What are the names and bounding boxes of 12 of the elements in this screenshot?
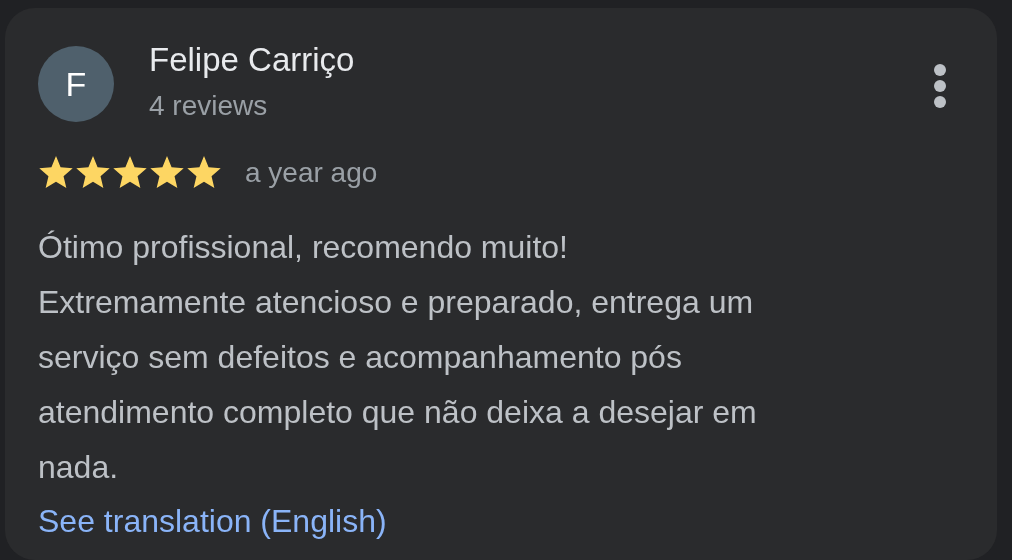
author-name[interactable]: Felipe Carriço: [149, 42, 355, 78]
avatar: F: [38, 46, 114, 122]
review-time: a year ago: [245, 157, 378, 189]
translation-link[interactable]: See translation (English): [38, 501, 387, 541]
review-count: 4 reviews: [149, 90, 269, 122]
star-icon: [149, 156, 185, 190]
star-icon: [112, 156, 148, 190]
more-options-icon[interactable]: [933, 63, 947, 109]
star-icon: [186, 156, 222, 190]
review-text: Ótimo profissional, recomendo muito! Extremamente atencioso e preparado, entrega um serviço sem defeitos e acompanhamento pós atendimento completo que não deixa a desejar em nada.: [38, 228, 758, 487]
star-icon: [38, 156, 74, 190]
star-icon: [75, 156, 111, 190]
